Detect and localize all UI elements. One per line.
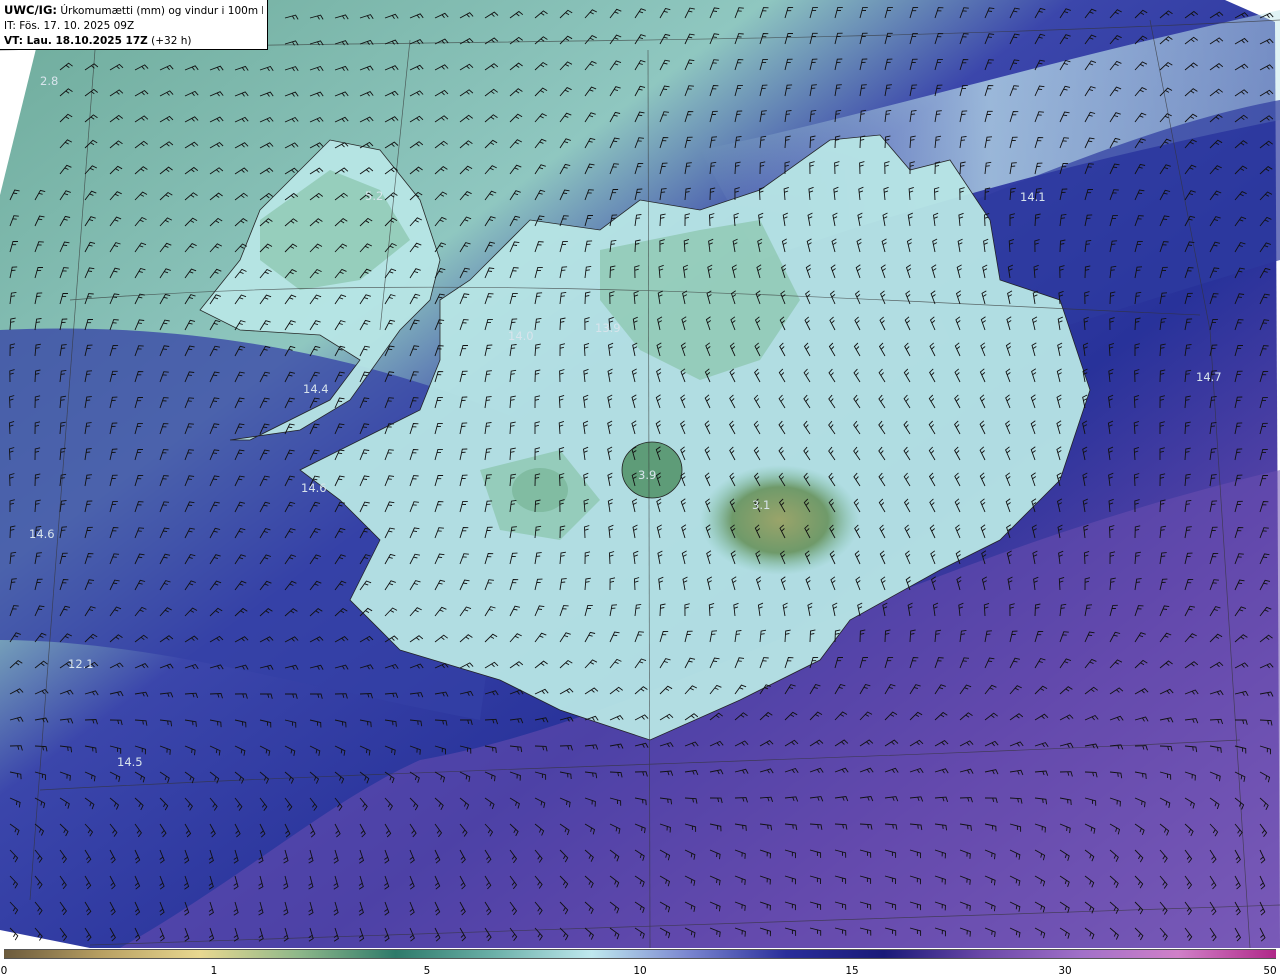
map-canvas[interactable]: 2.8 5.2 14.1 14.0 13.9 14.4 14.7 3.9 14.… [0,0,1280,948]
glacier-vatnajokull [700,465,860,575]
colorbar-tick: 10 [633,965,647,977]
point-label: 12.1 [68,657,94,671]
colorbar-legend: 0 1 5 10 15 30 50 [0,948,1280,978]
colorbar-tick: 1 [210,965,218,977]
point-label: 14.0 [508,329,534,343]
colorbar-tick: 0 [0,965,8,977]
point-label: 5.2 [365,189,383,203]
title-line: UWC/IG: Úrkomumætti (mm) og vindur i 100… [4,3,263,19]
point-label: 14.7 [1196,370,1222,384]
point-label: 14.1 [1020,190,1046,204]
colorbar-tick: 30 [1058,965,1072,977]
point-label: 2.8 [40,74,58,88]
colorbar-tick: 50 [1263,965,1277,977]
point-label: 14.5 [117,755,143,769]
colorbar-strip [4,949,1276,959]
valid-time-line: VT: Lau. 18.10.2025 17Z (+32 h) [4,34,263,49]
init-time: IT: Fös. 17. 10. 2025 09Z [4,20,135,32]
valid-time: VT: Lau. 18.10.2025 17Z [4,35,148,47]
point-label: 14.6 [29,527,55,541]
model-name: UWC/IG: [4,3,57,17]
map-title: Úrkomumætti (mm) og vindur i 100m hæð [60,5,263,17]
valid-offset: (+32 h) [147,35,192,47]
point-label: 13.9 [595,321,621,335]
forecast-info-box: UWC/IG: Úrkomumætti (mm) og vindur i 100… [0,0,268,50]
point-label: 3.9 [638,468,656,482]
colorbar-tick: 15 [845,965,859,977]
point-label: 14.4 [303,382,329,396]
colorbar-tick: 5 [423,965,431,977]
point-label: 3.1 [752,498,770,512]
map-area[interactable]: 2.8 5.2 14.1 14.0 13.9 14.4 14.7 3.9 14.… [0,0,1280,948]
point-label: 14.6 [301,481,327,495]
